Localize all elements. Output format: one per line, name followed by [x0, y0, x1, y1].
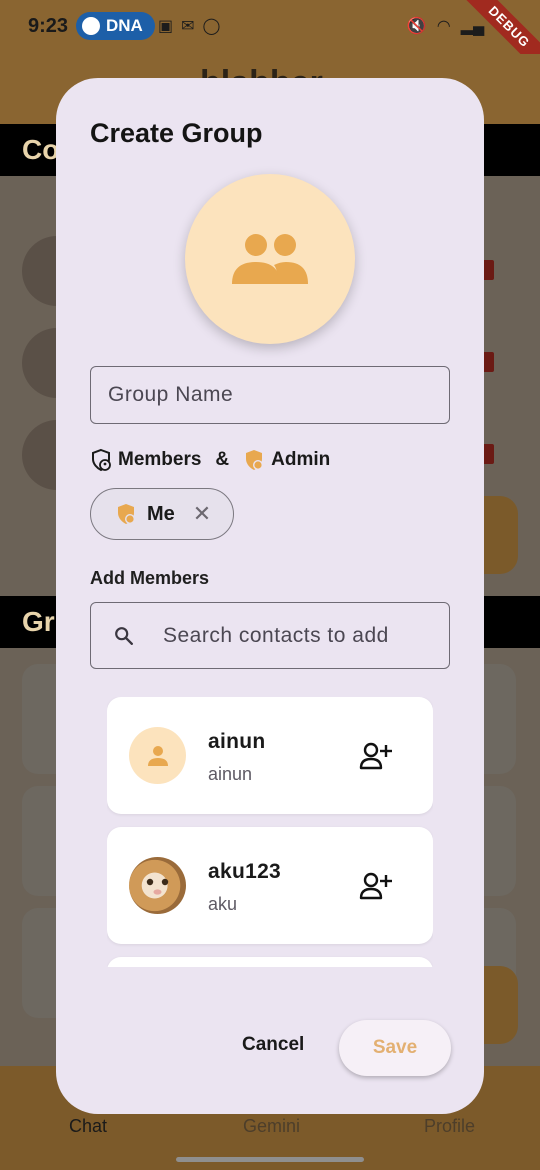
- search-icon: [115, 626, 133, 645]
- spotify-icon: [82, 17, 100, 35]
- signal-icon: ▂▄: [460, 18, 485, 35]
- roles-ampersand: &: [215, 449, 230, 470]
- add-members-label: Add Members: [90, 568, 210, 588]
- mute-icon: 🔇: [406, 18, 427, 35]
- contact-name: ainun: [208, 730, 266, 753]
- contact-username: aku: [208, 894, 238, 914]
- screenshot-icon: ▣: [158, 18, 174, 35]
- group-icon: [232, 234, 308, 284]
- save-button[interactable]: Save: [339, 1020, 451, 1076]
- avatar: [129, 857, 186, 914]
- contact-card[interactable]: [107, 957, 433, 967]
- nav-profile[interactable]: Profile: [424, 1116, 475, 1137]
- spotify-badge: DNA: [76, 12, 155, 40]
- gmail-icon: ✉: [181, 18, 195, 35]
- contact-name: aku123: [208, 860, 282, 883]
- add-person-icon[interactable]: [359, 741, 393, 771]
- search-input[interactable]: [163, 623, 433, 648]
- contact-card[interactable]: aku123 aku: [107, 827, 433, 944]
- admin-role-label: Admin: [271, 449, 331, 470]
- avatar: [129, 727, 186, 784]
- add-person-icon[interactable]: [359, 871, 393, 901]
- chip-label: Me: [147, 502, 175, 525]
- members-role-label: Members: [118, 449, 202, 470]
- admin-shield-icon: [118, 504, 135, 524]
- close-icon[interactable]: ✕: [193, 501, 211, 527]
- contact-list[interactable]: ainun ainun aku123 aku: [107, 697, 433, 967]
- cancel-button[interactable]: Cancel: [242, 1034, 304, 1056]
- spotify-badge-label: DNA: [106, 16, 143, 35]
- home-indicator[interactable]: [176, 1157, 364, 1162]
- dialog-title: Create Group: [90, 118, 263, 148]
- selected-member-chip[interactable]: Me ✕: [90, 488, 234, 540]
- person-icon: [147, 745, 168, 766]
- member-shield-icon: [92, 448, 111, 472]
- nav-gemini[interactable]: Gemini: [243, 1116, 300, 1137]
- group-name-input[interactable]: [90, 366, 450, 424]
- whatsapp-icon: ◯: [202, 18, 221, 35]
- create-group-dialog: Create Group Members & Admin Me: [56, 78, 484, 1114]
- status-bar: 9:23 DNA ▣ ✉ ◯ 🔇 ◠ ▂▄ ● DEBUG: [0, 0, 540, 81]
- contact-card[interactable]: ainun ainun: [107, 697, 433, 814]
- wifi-icon: ◠: [436, 18, 451, 35]
- group-avatar-picker[interactable]: [185, 174, 355, 344]
- contact-username: ainun: [208, 764, 253, 784]
- contact-search-field[interactable]: [90, 602, 450, 669]
- notification-icons: ▣ ✉ ◯: [158, 16, 220, 36]
- admin-shield-icon: [246, 450, 264, 470]
- roles-legend: Members & Admin: [90, 448, 330, 472]
- status-time: 9:23: [28, 15, 69, 37]
- cat-photo-icon: [146, 878, 169, 895]
- nav-chat[interactable]: Chat: [69, 1116, 107, 1137]
